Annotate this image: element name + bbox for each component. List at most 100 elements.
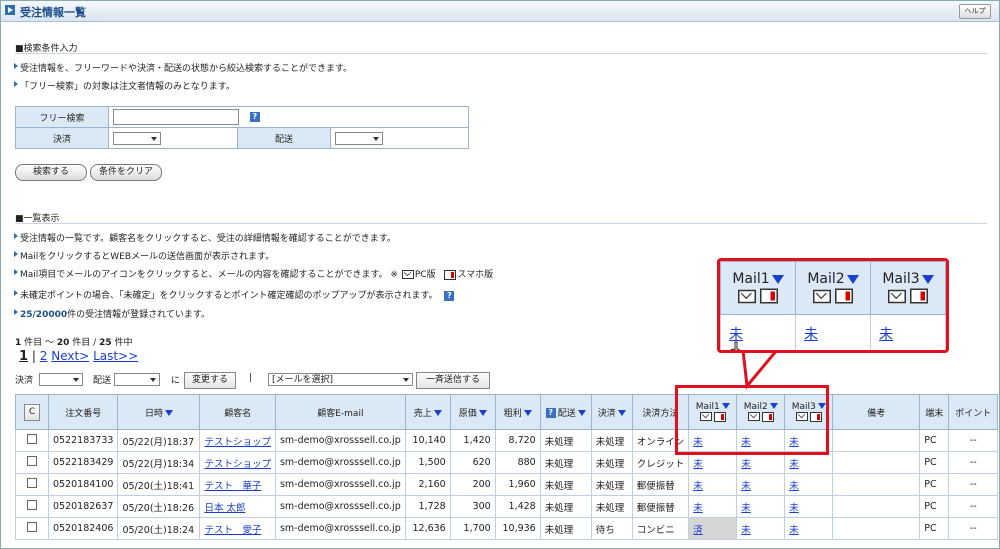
cell-points: -- — [948, 429, 999, 452]
shipping-select[interactable] — [335, 131, 383, 145]
bulk-shipping-select[interactable] — [114, 373, 160, 386]
customer-value[interactable]: テストショップ — [204, 437, 271, 448]
zoom-mail1-header[interactable]: Mail1 — [720, 261, 796, 315]
page-2-link[interactable]: 2 — [40, 349, 48, 363]
cell-profit: 1,428 — [494, 495, 541, 518]
profit-value: 10,936 — [502, 523, 536, 534]
cell-email: sm-demo@xrosssell.co.jp — [274, 517, 406, 540]
payment-value: 待ち — [595, 524, 615, 536]
row-checkbox[interactable] — [27, 522, 37, 532]
mail3-value[interactable]: 未 — [789, 503, 799, 514]
cell-points: -- — [948, 473, 999, 496]
zoom-mail3-header[interactable]: Mail3 — [870, 261, 946, 315]
mail2-value[interactable]: 未 — [741, 525, 751, 536]
sort-down-icon[interactable] — [846, 274, 859, 284]
free-search-input[interactable] — [113, 109, 239, 125]
shipping-value: 未処理 — [544, 480, 574, 492]
search-button[interactable]: 検索する — [15, 164, 87, 181]
cell-mail2: 未 — [736, 517, 786, 540]
cell-customer: テストショップ — [199, 451, 276, 474]
list-note-text: Mail項目でメールのアイコンをクリックすると、メールの内容を確認することができ… — [20, 270, 398, 280]
customer-value[interactable]: 日本 太郎 — [204, 503, 245, 514]
last-link[interactable]: Last>> — [93, 349, 138, 363]
clear-button[interactable]: 条件をクリア — [90, 164, 162, 181]
customer-value[interactable]: テスト 愛子 — [204, 525, 261, 536]
cell-order_no: 0522183429 — [47, 451, 119, 474]
cell-device: PC — [919, 517, 950, 540]
cell-cost: 1,420 — [449, 429, 496, 452]
col-order-no: 注文番号 — [47, 394, 119, 430]
mail3-value[interactable]: 未 — [789, 525, 799, 536]
zoom-mail3-link[interactable]: 未 — [879, 327, 893, 343]
mail-icon[interactable] — [813, 289, 831, 303]
cell-sales: 1,728 — [404, 495, 451, 518]
col-shipping[interactable]: ? 配送 — [539, 394, 592, 430]
payment-select[interactable] — [113, 131, 161, 145]
help-question-icon[interactable]: ? — [444, 290, 455, 301]
help-question-icon[interactable]: ? — [545, 408, 556, 418]
method-value: コンビニ — [636, 524, 675, 536]
mail1-value[interactable]: 済 — [693, 525, 703, 536]
pc-label: PC版 — [414, 270, 436, 280]
mail2-value[interactable]: 未 — [741, 459, 751, 470]
mail1-value[interactable]: 未 — [693, 459, 703, 470]
cell-payment: 未処理 — [590, 495, 633, 518]
col-payment[interactable]: 決済 — [590, 394, 633, 430]
sort-down-icon[interactable] — [523, 410, 532, 416]
phone-mail-icon[interactable] — [835, 288, 853, 304]
mail2-value[interactable]: 未 — [741, 481, 751, 492]
profit-value: 1,428 — [508, 501, 536, 512]
cell-device: PC — [919, 473, 950, 496]
phone-mail-icon[interactable] — [760, 288, 778, 304]
mail2-value[interactable]: 未 — [741, 503, 751, 514]
method-value: 郵便振替 — [636, 502, 675, 514]
zoom-mail2-header[interactable]: Mail2 — [795, 261, 871, 315]
page-current: 1 — [19, 349, 29, 364]
divider — [15, 223, 987, 224]
row-checkbox[interactable] — [27, 434, 37, 444]
sort-down-icon[interactable] — [433, 410, 442, 416]
phone-mail-icon[interactable] — [910, 288, 928, 304]
sort-down-icon[interactable] — [617, 410, 626, 416]
mail1-value[interactable]: 未 — [693, 481, 703, 492]
change-button[interactable]: 変更する — [184, 372, 236, 389]
mail-icon[interactable] — [738, 289, 756, 303]
col-profit[interactable]: 粗利 — [494, 394, 541, 430]
mail-columns-zoom: Mail1 Mail2 Mail3 未 未 未 — [717, 258, 949, 353]
sort-down-icon[interactable] — [478, 410, 487, 416]
cell-payment: 未処理 — [590, 473, 633, 496]
col-cost[interactable]: 原価 — [449, 394, 496, 430]
sort-down-icon[interactable] — [577, 410, 586, 416]
mail-select[interactable]: [メールを選択] — [268, 373, 413, 386]
check-all-button[interactable]: C — [24, 403, 40, 421]
cell-method: 郵便振替 — [631, 495, 690, 518]
sort-down-icon[interactable] — [164, 410, 173, 416]
row-checkbox[interactable] — [27, 456, 37, 466]
col-profit-label: 粗利 — [503, 408, 522, 419]
datetime-value: 05/20(土)18:26 — [122, 502, 195, 514]
col-datetime-label: 日時 — [144, 408, 163, 419]
cell-device: PC — [919, 451, 950, 474]
points-value: -- — [969, 523, 977, 534]
sort-down-icon[interactable] — [771, 274, 784, 284]
row-checkbox[interactable] — [27, 478, 37, 488]
cell-mail3: 未 — [784, 473, 834, 496]
mail-icon[interactable] — [888, 289, 906, 303]
zoom-mail2-link[interactable]: 未 — [804, 327, 818, 343]
help-button[interactable]: ヘルプ — [959, 4, 991, 19]
bulk-payment-select[interactable] — [39, 373, 83, 386]
next-link[interactable]: Next> — [51, 349, 89, 363]
sort-down-icon[interactable] — [921, 274, 934, 284]
cell-shipping: 未処理 — [539, 495, 592, 518]
mail3-value[interactable]: 未 — [789, 459, 799, 470]
col-datetime[interactable]: 日時 — [117, 394, 201, 430]
col-sales[interactable]: 売上 — [404, 394, 451, 430]
cell-points: -- — [948, 451, 999, 474]
customer-value[interactable]: テスト 華子 — [204, 481, 261, 492]
bulk-send-button[interactable]: 一斉送信する — [416, 372, 490, 389]
mail1-value[interactable]: 未 — [693, 503, 703, 514]
row-checkbox[interactable] — [27, 500, 37, 510]
customer-value[interactable]: テストショップ — [204, 459, 271, 470]
mail3-value[interactable]: 未 — [789, 481, 799, 492]
help-question-icon[interactable]: ? — [249, 112, 260, 122]
